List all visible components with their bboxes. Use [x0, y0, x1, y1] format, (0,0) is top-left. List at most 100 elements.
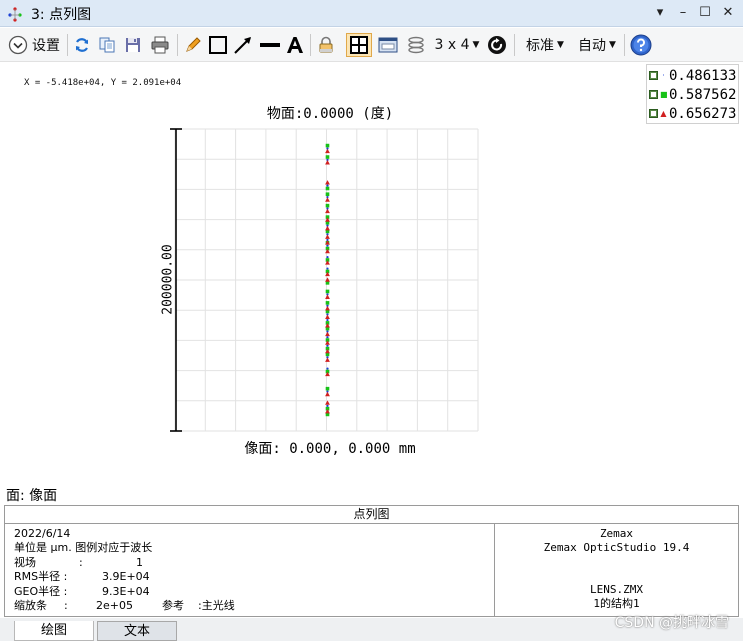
rectangle-tool-button[interactable] [207, 33, 229, 57]
window-button[interactable] [376, 33, 400, 57]
window-menu-dropdown-icon[interactable]: ▾ [649, 3, 671, 23]
rotate-button[interactable] [486, 33, 508, 57]
info-panel: 点列图 2022/6/14 单位是 µm. 图例对应于波长 视场 : 1 RMS… [4, 505, 739, 617]
field-colon: : [79, 555, 83, 569]
maximize-button[interactable]: ☐ [694, 3, 716, 23]
legend-item: ■ 0.587562 [649, 85, 736, 104]
spot-point [326, 184, 329, 187]
arrow-icon [234, 37, 251, 54]
toolbar-separator [177, 34, 178, 56]
tab-text[interactable]: 文本 [97, 621, 177, 641]
pencil-button[interactable] [182, 33, 204, 57]
info-units: 单位是 µm. 图例对应于波长 [14, 541, 153, 555]
legend-marker-icon: · [662, 71, 665, 80]
text-tool-button[interactable] [284, 33, 306, 57]
print-button[interactable] [148, 33, 172, 57]
auto-label: 自动 [578, 38, 607, 54]
refresh-icon [75, 38, 89, 52]
print-icon [151, 36, 169, 54]
info-geo-row: GEO半径 : 9.3E+04 [14, 585, 152, 599]
info-software: Zemax Zemax OpticStudio 19.4 LENS.ZMX 1的… [495, 527, 738, 611]
copy-button[interactable] [96, 33, 118, 57]
legend-marker-icon: ■ [660, 90, 668, 99]
line-tool-button[interactable] [258, 33, 282, 57]
legend-checkbox-icon[interactable] [649, 109, 658, 118]
spot-point [326, 244, 329, 247]
legend-checkbox-icon[interactable] [649, 71, 658, 80]
spot-point [325, 203, 330, 208]
spot-diagram-app-icon [8, 7, 22, 22]
auto-dropdown[interactable]: 自动 ▼ [574, 33, 620, 57]
info-header: 点列图 [5, 506, 738, 524]
spot-point [326, 367, 329, 370]
info-date: 2022/6/14 [14, 527, 71, 540]
reference-value: :主光线 [198, 598, 235, 612]
close-button[interactable]: ✕ [717, 3, 739, 23]
legend-wavelength: 0.486133 [669, 67, 737, 84]
save-button[interactable] [122, 33, 144, 57]
caret-down-icon: ▼ [557, 40, 564, 50]
rms-value: 3.9E+04 [102, 570, 150, 584]
spot-diagram-plot[interactable] [165, 125, 485, 437]
pencil-icon [186, 37, 201, 52]
layers-icon [408, 36, 424, 54]
info-scale-row: 缩放条 : 2e+05 参考 :主光线 [14, 598, 235, 613]
settings-button[interactable]: 设置 [4, 33, 64, 57]
scale-bar-value: 2e+05 [96, 598, 133, 612]
spot-point [326, 344, 329, 347]
toolbar-separator [310, 34, 311, 56]
legend-checkbox-icon[interactable] [649, 90, 658, 99]
toolbar-separator [514, 34, 515, 56]
grid-toggle-button[interactable] [346, 33, 372, 57]
minimize-button[interactable]: – [672, 3, 694, 23]
info-field-row: 视场 : 1 [14, 556, 152, 570]
spot-point [326, 404, 329, 407]
legend-marker-icon: ▲ [660, 109, 667, 118]
lens-file: LENS.ZMX [590, 583, 643, 596]
geo-label: GEO半径 : [14, 584, 68, 598]
tab-plot[interactable]: 绘图 [14, 621, 94, 641]
vendor-name: Zemax [599, 527, 634, 540]
cursor-coordinates-readout: X = -5.418e+04, Y = 2.091e+04 [24, 78, 182, 88]
configuration: 1的结构1 [593, 597, 640, 610]
rotate-icon [488, 36, 506, 54]
spot-point [325, 192, 330, 196]
window-icon [378, 37, 398, 53]
spot-point [325, 143, 330, 148]
info-details: 2022/6/14 单位是 µm. 图例对应于波长 视场 : 1 RMS半径 :… [14, 527, 235, 613]
image-plane-label: 像面: 0.000, 0.000 mm [244, 441, 416, 457]
standard-label: 标准 [526, 38, 555, 54]
arrow-tool-button[interactable] [232, 33, 254, 57]
rectangle-icon [209, 36, 227, 54]
refresh-button[interactable] [71, 33, 93, 57]
spot-point [325, 155, 330, 159]
info-rms-row: RMS半径 : 3.9E+04 [14, 570, 152, 584]
toolbar-separator [624, 34, 625, 56]
reference-label: 参考 [162, 598, 184, 612]
legend-item: ▲ 0.656273 [649, 104, 736, 123]
spot-point [325, 289, 330, 294]
layers-button[interactable] [404, 33, 428, 57]
field-label: 视场 [14, 555, 36, 569]
layout-dropdown[interactable]: 3 x 4 ▼ [432, 33, 482, 57]
lock-button[interactable] [315, 33, 337, 57]
wavelength-legend: · 0.486133 ■ 0.587562 ▲ 0.656273 [646, 64, 739, 124]
window-titlebar: 3: 点列图 ▾ – ☐ ✕ [0, 0, 743, 27]
caret-down-icon: ▼ [472, 40, 480, 50]
legend-item: · 0.486133 [649, 66, 736, 85]
plot-title: 物面:0.0000 (度) [266, 106, 394, 122]
spot-point [325, 186, 330, 191]
toolbar-separator [67, 34, 68, 56]
watermark: CSDN @挑畔冰雪 [614, 615, 729, 631]
spot-point [326, 267, 329, 270]
copy-icon [99, 37, 115, 53]
surface-label: 面: 像面 [6, 488, 58, 504]
toolbar: 设置 3 x 4 ▼ 标准 ▼ 自动 ▼ [0, 28, 743, 62]
legend-wavelength: 0.656273 [669, 105, 737, 122]
help-button[interactable] [629, 33, 653, 57]
spot-point [325, 301, 330, 305]
lock-icon [319, 36, 333, 53]
layout-label: 3 x 4 [434, 37, 470, 53]
scale-bar-text: 缩放条 [14, 598, 47, 612]
standard-dropdown[interactable]: 标准 ▼ [522, 33, 568, 57]
